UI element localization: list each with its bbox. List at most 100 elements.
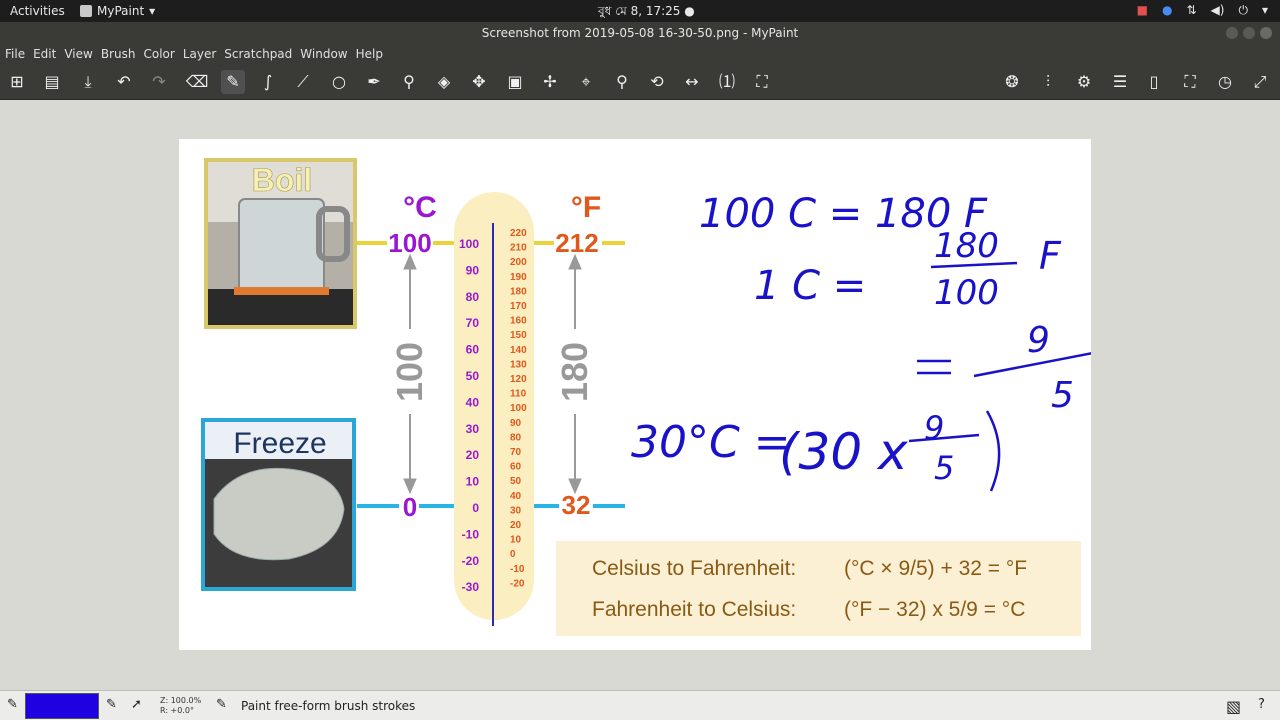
pen-icon[interactable]: ✒: [362, 70, 386, 94]
system-tray[interactable]: ■ ● ⇅ ◀) ⏻ ▾: [1137, 3, 1268, 18]
canvas-drawing: Boil Freeze °C °F 100 212 0 32 100 180 1…: [201, 158, 1091, 636]
scratchpad-icon[interactable]: ▯: [1142, 70, 1166, 94]
color-wheel-icon[interactable]: ❂: [1000, 70, 1024, 94]
celsius-tick-label: 10: [466, 475, 480, 489]
layers-icon[interactable]: ☰: [1108, 70, 1132, 94]
fullscreen-crop-icon[interactable]: ⛶: [750, 70, 774, 94]
camera-icon[interactable]: ■: [1137, 3, 1148, 18]
freeze-label: Freeze: [233, 427, 326, 460]
menu-edit[interactable]: Edit: [33, 44, 60, 64]
ellipse-icon[interactable]: ○: [327, 70, 351, 94]
fahrenheit-tick-label: 210: [510, 243, 527, 254]
fahrenheit-tick-label: 160: [510, 316, 527, 327]
inking-icon[interactable]: ∫: [256, 70, 280, 94]
color-picker-icon[interactable]: ⚲: [397, 70, 421, 94]
handwritten-notes: 100 C = 180 F 1 C = 180 100 F 9 5 F 30°C…: [631, 191, 1091, 492]
celsius-tick-label: 70: [466, 316, 480, 330]
celsius-tick-label: 0: [472, 501, 479, 515]
open-icon[interactable]: ▤: [40, 70, 64, 94]
formula-f-to-c: (°F − 32) x 5/9 = °C: [844, 598, 1025, 621]
celsius-tick-label: -10: [462, 527, 480, 541]
canvas-document[interactable]: Boil Freeze °C °F 100 212 0 32 100 180 1…: [179, 139, 1091, 650]
fahrenheit-span-label: 180: [554, 342, 595, 402]
celsius-tick-label: 30: [466, 422, 480, 436]
chrome-icon[interactable]: ●: [1162, 3, 1172, 18]
celsius-boil-value: 100: [388, 228, 431, 258]
celsius-tick-label: 100: [459, 237, 479, 251]
menu-file[interactable]: File: [5, 44, 29, 64]
minimize-button[interactable]: [1226, 27, 1238, 39]
rotate-icon[interactable]: ⟲: [645, 70, 669, 94]
frame-icon[interactable]: ▣: [503, 70, 527, 94]
celsius-tick-label: 60: [466, 343, 480, 357]
celsius-tick-label: -20: [462, 554, 480, 568]
fahrenheit-boil-value: 212: [555, 228, 598, 258]
menu-scratchpad[interactable]: Scratchpad: [224, 44, 296, 64]
fahrenheit-tick-label: -10: [510, 564, 525, 575]
brush-icon[interactable]: ✎: [7, 697, 18, 712]
history-icon[interactable]: ◷: [1213, 70, 1237, 94]
expand-icon[interactable]: ⤢: [1248, 70, 1272, 94]
brush-preview-icon[interactable]: ▧: [1226, 697, 1241, 716]
network-icon[interactable]: ⇅: [1186, 3, 1196, 18]
symmetry-icon[interactable]: ✢: [538, 70, 562, 94]
formula-c-to-f-label: Celsius to Fahrenheit:: [592, 557, 796, 580]
fahrenheit-tick-label: 10: [510, 535, 522, 546]
app-menu-label: MyPaint: [97, 4, 145, 18]
transform-icon[interactable]: ⌖: [574, 70, 598, 94]
hand-line2-den: 100: [934, 273, 999, 313]
settings-icon[interactable]: ⚙: [1072, 70, 1096, 94]
menu-help[interactable]: Help: [356, 44, 387, 64]
new-icon[interactable]: ⊞: [5, 70, 29, 94]
move-icon[interactable]: ✥: [467, 70, 491, 94]
brushes-icon[interactable]: ⫶: [1036, 70, 1060, 94]
fahrenheit-tick-label: 60: [510, 462, 522, 473]
zoom-readout: Z: 100.0% R: +0.0°: [160, 696, 201, 716]
maximize-button[interactable]: [1243, 27, 1255, 39]
hand-line2-num: 180: [934, 226, 999, 266]
menu-layer[interactable]: Layer: [183, 44, 220, 64]
edit-brush-icon[interactable]: ✎: [106, 697, 117, 712]
menu-window[interactable]: Window: [300, 44, 351, 64]
redo-icon[interactable]: ↷: [147, 70, 171, 94]
fit-icon[interactable]: ↔: [680, 70, 704, 94]
reset-zoom-icon[interactable]: ⑴: [715, 70, 739, 94]
celsius-tick-label: 50: [466, 369, 480, 383]
formula-f-to-c-label: Fahrenheit to Celsius:: [592, 598, 796, 621]
celsius-tick-label: 90: [466, 263, 480, 277]
line-icon[interactable]: ⟋: [291, 70, 315, 94]
fahrenheit-tick-label: 190: [510, 272, 527, 283]
volume-icon[interactable]: ◀): [1211, 3, 1225, 18]
activities-button[interactable]: Activities: [10, 4, 65, 18]
eraser-icon[interactable]: ⌫: [185, 70, 209, 94]
menu-bar: File Edit View Brush Color Layer Scratch…: [0, 44, 1280, 64]
app-menu[interactable]: MyPaint ▾: [80, 4, 155, 18]
hand-line4-den: 5: [934, 449, 954, 487]
fahrenheit-tick-label: 150: [510, 330, 527, 341]
help-icon[interactable]: ?: [1258, 697, 1265, 712]
canvas-area[interactable]: Boil Freeze °C °F 100 212 0 32 100 180 1…: [0, 100, 1280, 690]
chevron-down-icon[interactable]: ▾: [1262, 3, 1268, 18]
brush-icon[interactable]: ✎: [221, 70, 245, 94]
celsius-tick-label: 40: [466, 395, 480, 409]
power-icon[interactable]: ⏻: [1238, 3, 1248, 18]
fill-icon[interactable]: ◈: [432, 70, 456, 94]
window-title: Screenshot from 2019-05-08 16-30-50.png …: [481, 26, 799, 40]
fullscreen-icon[interactable]: ⛶: [1178, 70, 1202, 94]
fahrenheit-freeze-value: 32: [562, 490, 591, 520]
fahrenheit-tick-label: 80: [510, 432, 522, 443]
clock[interactable]: বুধ মে 8, 17:25 ●: [598, 3, 695, 23]
zoom-icon[interactable]: ⚲: [610, 70, 634, 94]
cursor-icon[interactable]: ➚: [131, 697, 142, 712]
fahrenheit-tick-label: 180: [510, 286, 527, 297]
menu-color[interactable]: Color: [143, 44, 178, 64]
menu-brush[interactable]: Brush: [101, 44, 140, 64]
menu-view[interactable]: View: [64, 44, 96, 64]
fahrenheit-tick-label: -20: [510, 578, 525, 589]
save-icon[interactable]: ⤓: [76, 70, 100, 94]
hand-line4-left: 30°C =: [631, 417, 791, 468]
close-button[interactable]: [1260, 27, 1272, 39]
celsius-span-label: 100: [389, 342, 430, 402]
undo-icon[interactable]: ↶: [112, 70, 136, 94]
current-color-swatch[interactable]: [25, 693, 99, 719]
